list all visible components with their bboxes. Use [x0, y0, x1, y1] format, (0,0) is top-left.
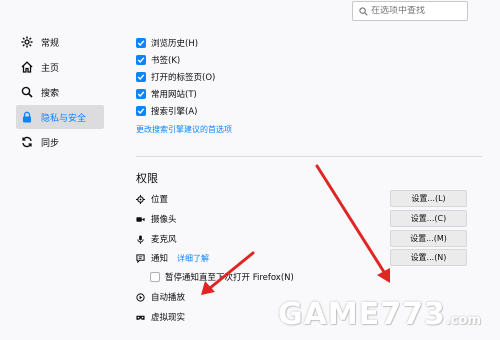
autoplay-icon: [136, 292, 145, 302]
section-divider: [136, 156, 482, 157]
microphone-settings-button[interactable]: 设置...(M): [390, 230, 467, 247]
search-box[interactable]: [352, 1, 468, 21]
checkbox-search-engines[interactable]: 搜索引擎(A): [136, 105, 197, 117]
camera-settings-button[interactable]: 设置...(C): [390, 210, 467, 227]
checkbox-checked-icon[interactable]: [136, 55, 146, 65]
location-icon: [136, 194, 145, 204]
checkbox-unchecked-icon[interactable]: [150, 272, 160, 282]
arrow-right: [315, 164, 386, 274]
checkbox-pause-notifications[interactable]: 暂停通知直至下次打开 Firefox(N): [150, 271, 294, 283]
arrow-right-head: [377, 268, 390, 283]
checkbox-label: 打开的标签页(O): [151, 73, 216, 83]
checkbox-checked-icon[interactable]: [136, 106, 146, 116]
lock-icon: [23, 111, 31, 123]
permission-label: 通知: [151, 254, 169, 264]
camera-icon: [136, 216, 145, 222]
notification-settings-button[interactable]: 设置...(N): [390, 249, 467, 266]
permission-label: 摄像头: [151, 215, 177, 225]
sync-icon: [22, 136, 32, 148]
permission-label: 麦克风: [151, 235, 177, 245]
search-input[interactable]: [371, 6, 467, 16]
checkbox-checked-icon[interactable]: [136, 72, 146, 82]
sidebar-item-label: 主页: [41, 63, 60, 74]
permission-microphone: 麦克风: [136, 233, 177, 245]
search-icon: [21, 86, 33, 98]
sidebar-item-sync[interactable]: 同步: [0, 130, 100, 154]
checkbox-bookmarks[interactable]: 书签(K): [136, 54, 180, 66]
permission-vr: 虚拟现实: [136, 311, 185, 323]
notification-icon: [136, 253, 145, 263]
sidebar-item-search[interactable]: 搜索: [0, 80, 100, 104]
permission-notifications: 通知 详细了解: [136, 252, 209, 264]
sidebar-item-privacy[interactable]: 隐私与安全: [16, 105, 104, 129]
search-icon: [359, 6, 368, 16]
sidebar-item-general[interactable]: 常规: [0, 30, 100, 54]
checkbox-checked-icon[interactable]: [136, 38, 146, 48]
home-icon: [21, 61, 33, 73]
permission-location: 位置: [136, 193, 168, 205]
checkbox-open-tabs[interactable]: 打开的标签页(O): [136, 71, 215, 83]
sidebar-item-label: 同步: [41, 138, 60, 149]
sidebar-item-label: 常规: [41, 38, 60, 49]
permissions-heading: 权限: [136, 172, 158, 185]
checkbox-label: 搜索引擎(A): [151, 107, 198, 117]
checkbox-checked-icon[interactable]: [136, 89, 146, 99]
watermark-logo: GAME773.com: [278, 297, 481, 332]
checkbox-label: 暂停通知直至下次打开 Firefox(N): [165, 273, 294, 283]
arrow-left-head: [201, 281, 215, 295]
location-settings-button[interactable]: 设置...(L): [390, 190, 467, 207]
checkbox-label: 浏览历史(H): [151, 39, 199, 49]
microphone-icon: [137, 234, 144, 244]
vr-icon: [136, 315, 145, 320]
checkbox-label: 书签(K): [151, 56, 181, 66]
learn-more-link[interactable]: 详细了解: [177, 253, 209, 264]
checkbox-label: 常用网站(T): [151, 90, 197, 100]
sidebar-item-home[interactable]: 主页: [0, 55, 100, 79]
checkbox-history[interactable]: 浏览历史(H): [136, 37, 198, 49]
permission-camera: 摄像头: [136, 213, 177, 225]
sidebar: 常规 主页 搜索 隐私与安全 同步: [0, 30, 104, 155]
gear-icon: [21, 36, 33, 48]
sidebar-item-label: 搜索: [41, 88, 60, 99]
permission-label: 虚拟现实: [151, 313, 186, 323]
permission-label: 自动播放: [151, 293, 186, 303]
sidebar-item-label: 隐私与安全: [41, 113, 87, 124]
permission-autoplay: 自动播放: [136, 291, 185, 303]
change-search-preferences-link[interactable]: 更改搜索引擎建议的首选项: [136, 124, 232, 135]
checkbox-top-sites[interactable]: 常用网站(T): [136, 88, 197, 100]
permission-label: 位置: [151, 195, 169, 205]
